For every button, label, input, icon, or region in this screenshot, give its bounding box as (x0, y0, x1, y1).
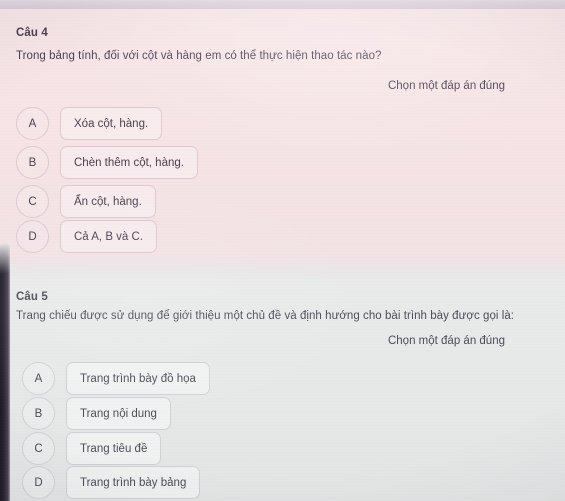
option-label[interactable]: Trang tiêu đề (66, 432, 162, 465)
option-label[interactable]: Trang trình bày đồ họa (66, 362, 210, 395)
option-label[interactable]: Chèn thêm cột, hàng. (60, 146, 198, 179)
option-letter-badge[interactable]: C (16, 185, 49, 218)
option-label[interactable]: Trang nội dung (66, 397, 171, 430)
option-letter-badge[interactable]: A (16, 107, 49, 140)
question-5-option-d[interactable]: D Trang trình bày bảng (22, 466, 201, 499)
option-label[interactable]: Xóa cột, hàng. (60, 107, 163, 140)
question-4-prompt: Trong bảng tính, đối với cột và hàng em … (16, 50, 382, 62)
option-letter-badge[interactable]: B (16, 146, 49, 179)
question-4-option-b[interactable]: B Chèn thêm cột, hàng. (16, 146, 198, 179)
question-5-prompt: Trang chiếu được sử dụng để giới thiệu m… (16, 310, 515, 322)
question-4-option-d[interactable]: D Cả A, B và C. (16, 220, 158, 253)
question-4-answer-hint: Chọn một đáp án đúng (387, 80, 505, 92)
option-letter-badge[interactable]: D (16, 220, 49, 253)
option-label[interactable]: Cả A, B và C. (60, 220, 158, 253)
option-label[interactable]: Ẩn cột, hàng. (60, 185, 156, 218)
question-5-answer-hint: Chọn một đáp án đúng (387, 335, 505, 347)
question-4-title: Câu 4 (16, 27, 48, 39)
option-letter-badge[interactable]: A (22, 362, 55, 395)
option-letter-badge[interactable]: B (22, 397, 55, 430)
option-letter-badge[interactable]: C (22, 432, 55, 465)
question-5-option-b[interactable]: B Trang nội dung (22, 397, 171, 430)
question-5-option-a[interactable]: A Trang trình bày đồ họa (22, 362, 210, 395)
quiz-screen: Câu 4 Trong bảng tính, đối với cột và hà… (0, 0, 565, 501)
option-label[interactable]: Trang trình bày bảng (66, 466, 201, 499)
question-5-title: Câu 5 (16, 291, 48, 303)
option-letter-badge[interactable]: D (22, 466, 55, 499)
question-4-option-c[interactable]: C Ẩn cột, hàng. (16, 185, 156, 218)
question-5-option-c[interactable]: C Trang tiêu đề (22, 432, 162, 465)
question-4-option-a[interactable]: A Xóa cột, hàng. (16, 107, 163, 140)
